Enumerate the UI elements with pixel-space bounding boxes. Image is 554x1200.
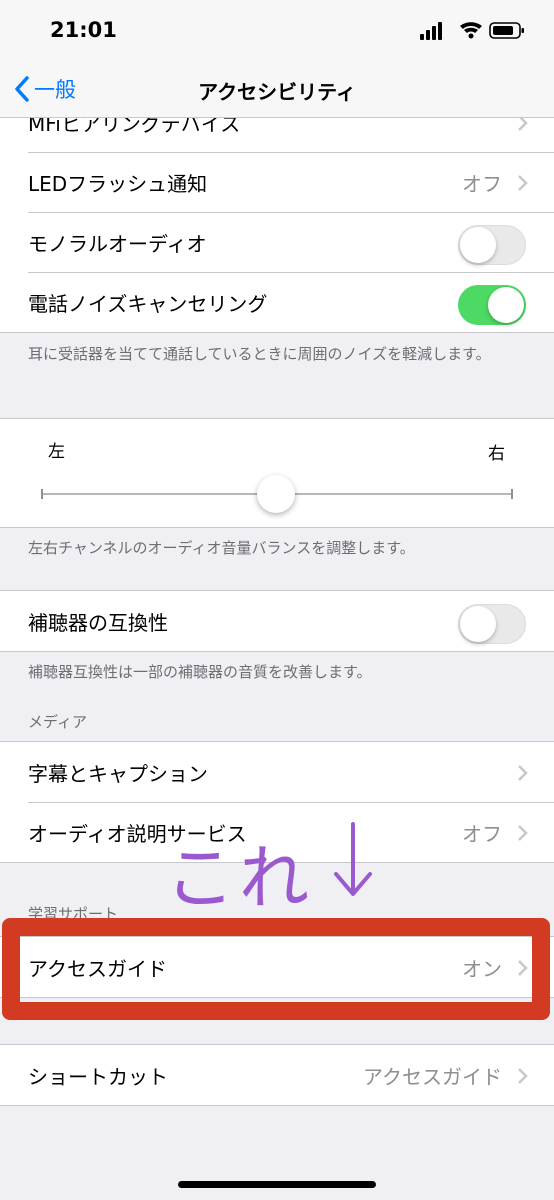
track-tick-left xyxy=(41,489,43,499)
row-mfi-hearing-devices[interactable]: MFiヒアリングデバイス xyxy=(0,118,554,152)
hearing-settings-group: MFiヒアリングデバイス LEDフラッシュ通知 オフ モノラルオーディオ 電話ノ… xyxy=(0,118,554,333)
row-value: オフ xyxy=(462,171,502,196)
highlight-frame xyxy=(2,918,550,1020)
chevron-right-icon xyxy=(518,825,528,841)
balance-thumb[interactable] xyxy=(257,475,295,513)
row-label: 字幕とキャプション xyxy=(28,761,208,786)
page-title: アクセシビリティ xyxy=(198,80,356,104)
row-label: モノラルオーディオ xyxy=(28,231,207,256)
row-led-flash[interactable]: LEDフラッシュ通知 オフ xyxy=(0,152,554,212)
row-label: 補聴器の互換性 xyxy=(28,610,168,635)
row-label: LEDフラッシュ通知 xyxy=(28,171,208,196)
status-bar: 21:01 xyxy=(0,0,554,62)
navigation-bar: 一般 アクセシビリティ xyxy=(0,62,554,118)
chevron-right-icon xyxy=(518,765,528,781)
status-time: 21:01 xyxy=(50,18,117,42)
status-icons xyxy=(420,20,526,42)
row-value: アクセスガイド xyxy=(363,1064,502,1089)
track-tick-right xyxy=(511,489,513,499)
shortcut-group: ショートカット アクセスガイド xyxy=(0,1044,554,1106)
row-label: 電話ノイズキャンセリング xyxy=(28,291,268,316)
annotation-text: これ xyxy=(165,837,313,919)
hearing-aid-toggle[interactable] xyxy=(458,604,526,644)
hearing-aid-footer: 補聴器互換性は一部の補聴器の音質を改善します。 xyxy=(28,663,372,681)
toggle-knob xyxy=(460,606,496,642)
settings-list[interactable]: MFiヒアリングデバイス LEDフラッシュ通知 オフ モノラルオーディオ 電話ノ… xyxy=(0,118,554,1200)
row-hearing-aid: 補聴器の互換性 xyxy=(0,591,554,651)
arrow-down-icon xyxy=(334,822,372,896)
wifi-icon xyxy=(460,22,482,39)
toggle-knob xyxy=(460,227,496,263)
balance-footer: 左右チャンネルのオーディオ音量バランスを調整します。 xyxy=(28,539,415,557)
mono-audio-toggle[interactable] xyxy=(458,225,526,265)
home-indicator[interactable] xyxy=(178,1181,376,1188)
chevron-right-icon xyxy=(518,1068,528,1084)
row-subtitles[interactable]: 字幕とキャプション xyxy=(0,742,554,802)
noise-cancel-toggle[interactable] xyxy=(458,285,526,325)
noise-cancel-footer: 耳に受話器を当てて通話しているときに周囲のノイズを軽減します。 xyxy=(28,345,491,363)
annotation-arrow xyxy=(328,820,378,904)
row-label: ショートカット xyxy=(28,1064,168,1089)
balance-right-label: 右 xyxy=(488,444,505,464)
row-shortcut[interactable]: ショートカット アクセスガイド xyxy=(0,1045,554,1105)
toggle-knob xyxy=(488,287,524,323)
balance-slider-group: 左 右 xyxy=(0,418,554,528)
battery-icon xyxy=(489,22,524,39)
row-value: オフ xyxy=(462,821,502,846)
row-noise-cancel: 電話ノイズキャンセリング xyxy=(0,272,554,332)
section-header-media: メディア xyxy=(28,713,87,731)
hearing-aid-group: 補聴器の互換性 xyxy=(0,590,554,652)
row-mono-audio: モノラルオーディオ xyxy=(0,212,554,272)
cellular-signal-icon xyxy=(420,22,442,40)
row-label: MFiヒアリングデバイス xyxy=(28,118,241,136)
chevron-right-icon xyxy=(518,175,528,191)
balance-left-label: 左 xyxy=(48,442,65,462)
chevron-right-icon xyxy=(518,118,528,131)
